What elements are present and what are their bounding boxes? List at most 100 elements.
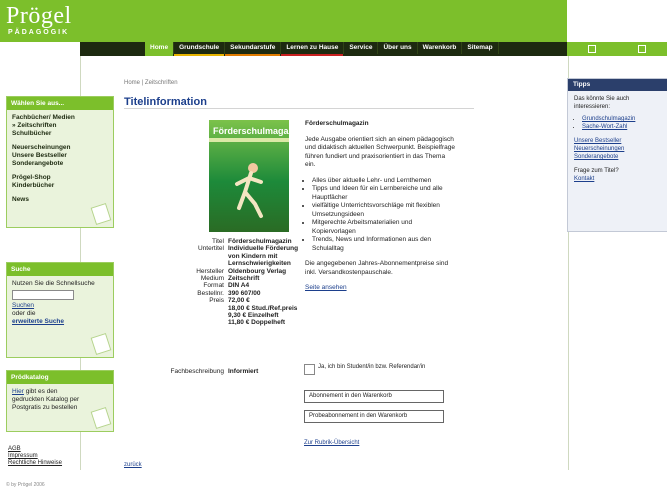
header-icon-group xyxy=(567,42,667,56)
search-or: oder die xyxy=(12,310,36,317)
sidebar-link[interactable]: Fachbücher/ Medien xyxy=(12,114,108,122)
nav-item-2[interactable]: Sekundarstufe xyxy=(225,42,282,56)
footer-links: AGB Impressum Rechtliche Hinweise xyxy=(8,446,62,467)
sidebar-select-title: Wählen Sie aus... xyxy=(7,97,113,110)
student-checkbox-label: Ja, ich bin Student/in bzw. Referendar/i… xyxy=(318,364,426,370)
nav-item-6[interactable]: Warenkorb xyxy=(418,42,463,54)
sidebar-search-title: Suche xyxy=(7,263,113,276)
nav-item-4[interactable]: Service xyxy=(344,42,379,54)
detail-label: Titel xyxy=(211,238,224,245)
tipps-question: Frage zum Titel? xyxy=(574,168,619,174)
tipps-link[interactable]: Sache-Wort-Zahl xyxy=(582,124,627,130)
sidebar-link[interactable]: News xyxy=(12,196,108,204)
home-icon[interactable] xyxy=(588,45,596,53)
tipps-link-list-2: Unsere Bestseller Neuerscheinungen Sondera… xyxy=(574,137,662,161)
detail-value: Lernschwierigkeiten xyxy=(228,260,291,268)
tipps-link[interactable]: Unsere Bestseller xyxy=(574,137,662,145)
description-note: Die angegebenen Jahres-Abonnementpreise … xyxy=(305,260,449,276)
magnifier-paper-icon xyxy=(90,332,112,356)
description-title: Förderschulmagazin xyxy=(305,120,369,127)
detail-label: Preis xyxy=(209,297,224,305)
catalog-link[interactable]: Hier xyxy=(12,388,24,395)
search-button[interactable]: Suchen xyxy=(12,302,34,309)
nav-item-1[interactable]: Grundschule xyxy=(174,42,226,56)
nav-item-7[interactable]: Sitemap xyxy=(462,42,499,54)
nav-item-label: Grundschule xyxy=(179,44,220,51)
detail-label: Medium xyxy=(200,275,224,282)
cover-stripe xyxy=(209,138,289,142)
tipps-link[interactable]: Neuerscheinungen xyxy=(574,145,662,153)
description-bullet: Mitgerechte Arbeitsmaterialien und Kopie… xyxy=(312,219,455,236)
nav-item-label: Sekundarstufe xyxy=(230,44,276,51)
tipps-link[interactable]: Grundschulmagazin xyxy=(582,116,635,122)
detail-label: Bestellnr. xyxy=(197,289,224,297)
nav-item-3[interactable]: Lernen zu Hause xyxy=(281,42,345,56)
sidebar-link[interactable]: Prögel-Shop xyxy=(12,174,108,182)
fach-label: Fachbeschreibung xyxy=(170,368,224,375)
description: Förderschulmagazin Jede Ausgabe orientie… xyxy=(305,120,455,293)
detail-value: 18,00 € Stud./Ref.preis xyxy=(228,304,298,312)
main-nav: Home Grundschule Sekundarstufe Lernen zu Ha… xyxy=(145,42,499,56)
nav-item-label: Sitemap xyxy=(467,44,493,51)
detail-value: Förderschulmagazin xyxy=(228,238,292,245)
student-checkbox[interactable] xyxy=(304,364,315,375)
tipps-list-item: Grundschulmagazin xyxy=(582,115,662,123)
nav-item-5[interactable]: Über uns xyxy=(378,42,418,54)
page-title: Titelinformation xyxy=(124,96,207,108)
cover-title: Förderschulmagazin xyxy=(213,126,289,136)
description-bullet: Alles über aktuelle Lehr- und Lernthemen xyxy=(312,177,455,186)
detail-value: Zeitschrift xyxy=(228,275,260,282)
header-bar xyxy=(0,0,567,42)
footer-link[interactable]: Impressum xyxy=(8,453,62,460)
description-bullet: vielfältige Unterrichtsvorschläge mit fl… xyxy=(312,202,455,219)
sidebar-select-box: Wählen Sie aus... Fachbücher/ Medien» Ze… xyxy=(6,96,114,228)
detail-value: DIN A4 xyxy=(228,282,250,290)
description-bullets: Alles über aktuelle Lehr- und Lernthemen… xyxy=(305,177,455,254)
detail-label: Untertitel xyxy=(197,245,224,253)
detail-value: 11,80 € Doppelheft xyxy=(228,319,286,327)
search-hint: Nutzen Sie die Schnellsuche xyxy=(12,280,95,287)
description-bullet: Tipps und Ideen für ein Lernbereiche und… xyxy=(312,185,455,202)
footer-link[interactable]: AGB xyxy=(8,446,62,453)
subscribe-button[interactable]: Abonnement in den Warenkorb xyxy=(304,390,444,403)
overview-link[interactable]: Zur Rubrik-Übersicht xyxy=(304,440,359,446)
copyright: © by Prögel 2006 xyxy=(6,482,45,488)
tipps-box: Tipps Das könnte Sie auch interessieren:… xyxy=(567,78,667,232)
detail-label: Format xyxy=(203,282,224,290)
sidebar-catalog-box: Prödkatalog Hier gibt es den gedruckten … xyxy=(6,370,114,432)
detail-value: Oldenbourg Verlag xyxy=(228,267,287,275)
contact-link[interactable]: Kontakt xyxy=(574,176,594,182)
student-checkbox-row: Ja, ich bin Student/in bzw. Referendar/i… xyxy=(304,364,428,375)
trial-subscribe-button[interactable]: Probeabonnement in den Warenkorb xyxy=(304,410,444,423)
sidebar-link[interactable]: Kinderbücher xyxy=(12,182,108,190)
back-link[interactable]: zurück xyxy=(124,462,142,468)
tipps-link[interactable]: Sonderangebote xyxy=(574,153,662,161)
tipps-link-list: Grundschulmagazin Sache-Wort-Zahl xyxy=(574,115,662,131)
sidebar-link[interactable]: Neuerscheinungen xyxy=(12,144,108,152)
sidebar-link[interactable]: Sonderangebote xyxy=(12,160,108,168)
sidebar-link[interactable]: Schulbücher xyxy=(12,130,108,138)
sidebar-link[interactable]: Unsere Bestseller xyxy=(12,152,108,160)
breadcrumb[interactable]: Home | Zeitschriften xyxy=(124,80,178,86)
footer-link[interactable]: Rechtliche Hinweise xyxy=(8,460,62,467)
tipps-list-item: Sache-Wort-Zahl xyxy=(582,123,662,131)
advanced-search-link[interactable]: erweiterte Suche xyxy=(12,318,64,325)
detail-value: 390 607/00 xyxy=(228,289,261,297)
search-input[interactable] xyxy=(12,290,74,300)
tipps-text: Das könnte Sie auch interessieren: xyxy=(574,96,630,110)
nav-item-label: Warenkorb xyxy=(422,44,457,51)
nav-item-0[interactable]: Home xyxy=(145,42,175,56)
tipps-title: Tipps xyxy=(568,79,667,91)
logo-subtitle: PÄDAGOGIK xyxy=(8,29,70,36)
detail-value: von Kindern mit xyxy=(228,252,278,260)
sample-link[interactable]: Seite ansehen xyxy=(305,284,347,291)
sidebar-link[interactable]: » Zeitschriften xyxy=(12,122,108,130)
print-icon[interactable] xyxy=(638,45,646,53)
detail-value: Individuelle Förderung xyxy=(228,245,299,253)
description-intro: Jede Ausgabe orientiert sich an einem pä… xyxy=(305,135,455,169)
description-bullet: Trends, News und Informationen aus den S… xyxy=(312,236,455,253)
fach-value: Informiert xyxy=(228,368,259,375)
logo[interactable]: Prögel xyxy=(6,4,72,28)
detail-value: 9,30 € Einzelheft xyxy=(228,312,279,319)
running-child-illustration xyxy=(235,163,263,218)
